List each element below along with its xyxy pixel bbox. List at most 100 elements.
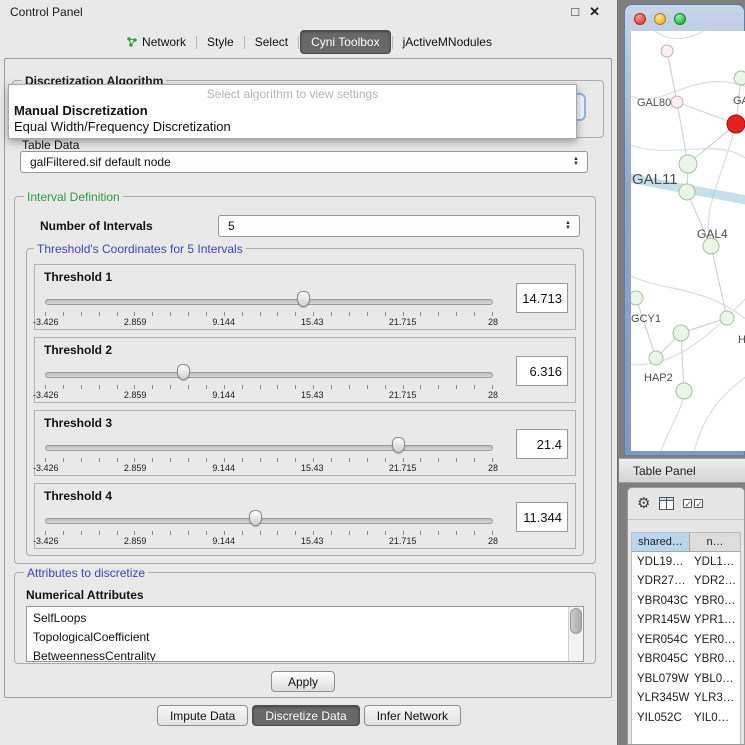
network-node-selected[interactable] <box>727 115 745 133</box>
network-node[interactable] <box>720 311 734 325</box>
table-data-value: galFiltered.sif default node <box>21 155 568 169</box>
select-all-icon[interactable]: ✓✓ <box>683 499 703 508</box>
gear-icon[interactable]: ⚙ <box>637 496 650 511</box>
attributes-scrollbar[interactable] <box>568 607 583 661</box>
slider-track[interactable] <box>45 372 493 378</box>
table-row[interactable]: YDR27…YDR2… <box>632 572 740 592</box>
table-row[interactable]: YBL079WYBL0… <box>632 669 740 689</box>
tab-label: Network <box>142 35 186 49</box>
table-row[interactable]: YLR345WYLR3… <box>632 689 740 709</box>
threshold-slider[interactable] <box>45 364 493 384</box>
list-item[interactable]: TopologicalCoefficient <box>33 628 583 647</box>
scrollbar-thumb[interactable] <box>570 608 582 634</box>
tick-label: -3.426 <box>33 390 59 400</box>
network-node[interactable] <box>661 45 673 57</box>
zoom-window-icon[interactable] <box>674 13 686 25</box>
table-row[interactable]: YBR045CYBR0… <box>632 650 740 670</box>
threshold-label: Threshold 3 <box>44 416 112 430</box>
network-edge <box>681 333 684 391</box>
columns-icon[interactable] <box>659 497 674 510</box>
slider-track[interactable] <box>45 445 493 451</box>
slider-thumb[interactable] <box>249 510 262 526</box>
apply-button[interactable]: Apply <box>271 671 335 692</box>
network-node[interactable] <box>649 351 663 365</box>
float-window-icon[interactable]: □ <box>571 4 579 20</box>
cell-name: YPR1… <box>690 614 740 626</box>
network-node[interactable] <box>679 155 697 173</box>
number-of-intervals-combobox[interactable]: 5 ▲▼ <box>218 215 580 237</box>
tab-label: Style <box>207 35 234 49</box>
table-row[interactable]: YPR145WYPR1… <box>632 611 740 631</box>
network-edge <box>649 31 713 39</box>
network-node[interactable] <box>671 96 683 108</box>
slider-tick-labels: -3.4262.8599.14415.4321.71528 <box>33 390 505 400</box>
tab-jactivemnodules[interactable]: jActiveMNodules <box>394 31 501 53</box>
threshold-slider[interactable] <box>45 437 493 457</box>
tab-impute-data[interactable]: Impute Data <box>157 705 248 726</box>
table-row[interactable]: YDL19…YDL1… <box>632 552 740 572</box>
window-traffic-lights <box>634 13 686 25</box>
cell-shared-name: YIL052C <box>632 712 690 724</box>
control-panel-titlebar: Control Panel □ ✕ <box>0 0 618 24</box>
threshold-slider[interactable] <box>45 291 493 311</box>
network-node[interactable] <box>734 71 745 85</box>
network-graph: GAL80GAGAL11GAL4GCY1HAP2H <box>631 31 745 451</box>
table-row[interactable]: YER054CYER0… <box>632 630 740 650</box>
cell-shared-name: YBR043C <box>632 595 690 607</box>
cell-shared-name: YBR045C <box>632 653 690 665</box>
attributes-listbox[interactable]: SelfLoopsTopologicalCoefficientBetweenne… <box>26 606 584 662</box>
network-node[interactable] <box>631 291 643 305</box>
tab-style[interactable]: Style <box>198 31 243 53</box>
tick-label: 15.43 <box>300 390 324 400</box>
table-panel-title: Table Panel <box>633 464 696 478</box>
algorithm-option-manual-discretization[interactable]: Manual Discretization <box>9 103 576 119</box>
cell-shared-name: YDL19… <box>632 556 690 568</box>
list-item[interactable]: BetweennessCentrality <box>33 647 583 662</box>
tick-label: 28 <box>481 390 505 400</box>
tab-discretize-data[interactable]: Discretize Data <box>252 705 359 726</box>
close-window-icon[interactable] <box>634 13 646 25</box>
slider-track[interactable] <box>45 299 493 305</box>
threshold-value-field[interactable]: 6.316 <box>516 356 568 386</box>
threshold-value-field[interactable]: 21.4 <box>516 429 568 459</box>
network-edge <box>659 393 684 451</box>
network-node[interactable] <box>676 383 692 399</box>
tab-cyni-toolbox[interactable]: Cyni Toolbox <box>300 30 390 54</box>
list-item[interactable]: SelfLoops <box>33 609 583 628</box>
table-panel-toolbar: ⚙ ✓✓ <box>628 488 744 520</box>
numerical-attributes-label: Numerical Attributes <box>26 588 144 602</box>
tab-separator <box>298 36 299 49</box>
cell-name: YDL1… <box>690 556 740 568</box>
table-row[interactable]: YIL052CYIL0… <box>632 708 740 728</box>
column-header-shared-name[interactable]: shared… <box>632 533 690 551</box>
threshold-value-field[interactable]: 14.713 <box>516 283 568 313</box>
tick-label: 2.859 <box>123 536 147 546</box>
network-node[interactable] <box>679 184 695 200</box>
slider-track[interactable] <box>45 518 493 524</box>
table-data-combobox[interactable]: galFiltered.sif default node ▲▼ <box>20 151 588 173</box>
tab-infer-network[interactable]: Infer Network <box>364 705 461 726</box>
cell-shared-name: YDR27… <box>632 575 690 587</box>
table-panel-header: Table Panel <box>619 458 745 483</box>
column-header-name[interactable]: n… <box>690 533 740 551</box>
table-row[interactable]: YBR043CYBR0… <box>632 591 740 611</box>
algorithm-option-equal-width-frequency-discretization[interactable]: Equal Width/Frequency Discretization <box>9 119 576 135</box>
network-node[interactable] <box>673 325 689 341</box>
tab-select[interactable]: Select <box>246 31 297 53</box>
slider-ticks <box>45 385 493 389</box>
tick-label: 15.43 <box>300 463 324 473</box>
slider-ticks <box>45 531 493 535</box>
close-icon[interactable]: ✕ <box>589 4 600 20</box>
tick-label: 9.144 <box>212 390 236 400</box>
node-label: GAL4 <box>697 227 728 241</box>
tick-label: 28 <box>481 536 505 546</box>
tab-network[interactable]: Network <box>117 31 195 53</box>
node-label: GA <box>733 95 745 107</box>
node-label: H <box>738 334 745 346</box>
threshold-slider[interactable] <box>45 510 493 530</box>
tab-label: Select <box>255 35 288 49</box>
node-table: shared… n… YDL19…YDL1…YDR27…YDR2…YBR043C… <box>631 532 741 744</box>
minimize-window-icon[interactable] <box>654 13 666 25</box>
threshold-value-field[interactable]: 11.344 <box>516 502 568 532</box>
network-canvas[interactable]: GAL80GAGAL11GAL4GCY1HAP2H <box>631 31 745 451</box>
